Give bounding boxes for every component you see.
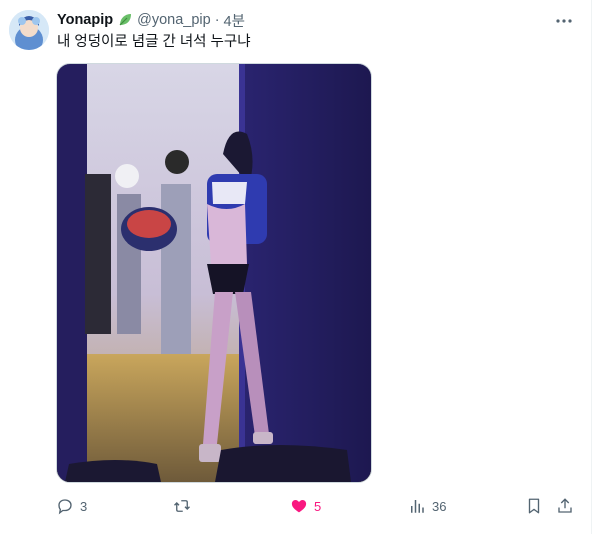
display-name[interactable]: Yonapip	[57, 12, 113, 28]
avatar-image	[9, 10, 49, 50]
user-handle[interactable]: @yona_pip	[137, 12, 211, 28]
tweet-header: Yonapip @yona_pip · 4분	[57, 10, 245, 31]
share-button[interactable]	[556, 496, 574, 516]
separator-dot: ·	[214, 12, 220, 28]
like-button[interactable]: 5	[290, 496, 321, 516]
more-options-button[interactable]	[554, 9, 574, 29]
action-bar: 3 5 36	[0, 496, 591, 516]
tweet-photo[interactable]	[56, 63, 372, 483]
tweet-text: 내 엉덩이로 념글 간 녀석 누구냐	[57, 34, 251, 50]
view-count: 36	[432, 498, 447, 514]
share-icon	[558, 498, 572, 513]
retweet-icon	[174, 500, 190, 512]
photo-icon	[57, 64, 371, 482]
reply-icon	[58, 499, 72, 515]
reply-button[interactable]: 3	[56, 496, 87, 516]
views-button[interactable]: 36	[408, 496, 446, 516]
reply-count: 3	[80, 498, 88, 514]
avatar[interactable]	[9, 10, 49, 50]
like-count: 5	[314, 498, 322, 514]
retweet-button[interactable]	[173, 496, 197, 516]
ellipsis-icon	[556, 10, 572, 28]
bookmark-button[interactable]	[525, 496, 543, 516]
leaf-icon	[117, 12, 133, 28]
tweet-card[interactable]: Yonapip @yona_pip · 4분 내 엉덩이로 념글 간 녀석 누구…	[0, 0, 592, 534]
timestamp[interactable]: 4분	[224, 10, 245, 31]
analytics-icon	[411, 500, 424, 513]
bookmark-icon	[528, 498, 540, 514]
heart-icon	[291, 500, 307, 513]
